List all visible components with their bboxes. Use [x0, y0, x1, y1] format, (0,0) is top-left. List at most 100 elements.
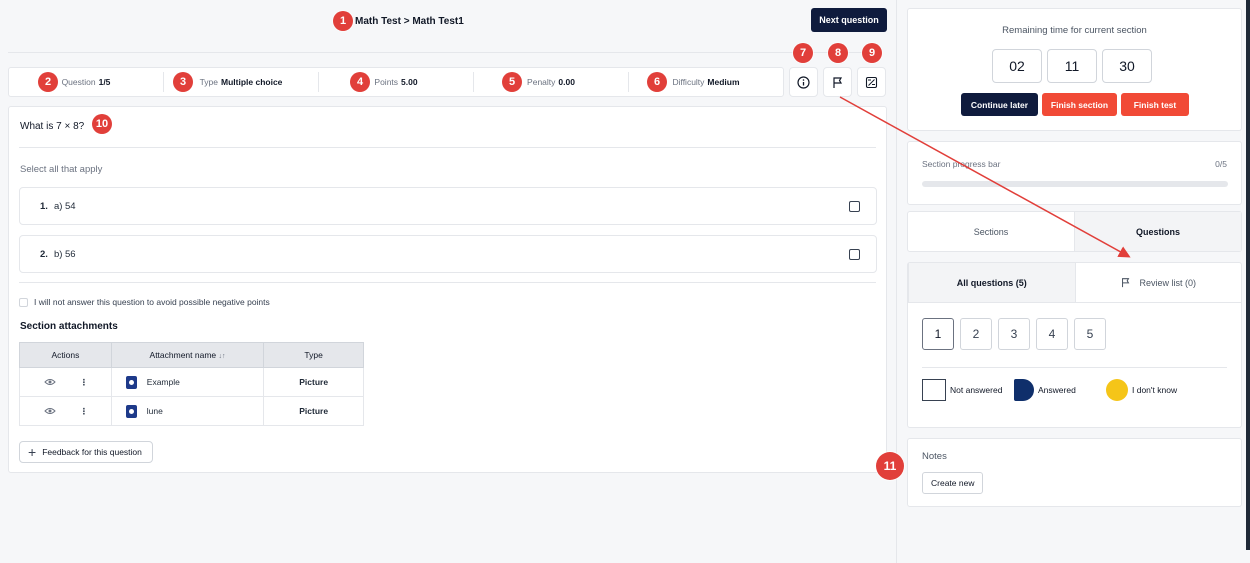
- info-button[interactable]: [789, 67, 818, 97]
- info-icon: [797, 75, 810, 89]
- annotation-badge: 4: [350, 72, 370, 92]
- sidebar: Remaining time for current section 02 11…: [896, 0, 1250, 563]
- attachment-name-cell: lune: [110, 396, 265, 426]
- tab-questions[interactable]: Questions: [1074, 212, 1241, 251]
- question-area: Math Test > Math Test1 Next question Que…: [0, 0, 896, 563]
- attachments-table: Actions Attachment name ↓↑ Type ⋮ Exampl…: [19, 342, 364, 426]
- divider: [19, 147, 876, 148]
- table-row: ⋮ Example Picture: [19, 367, 364, 397]
- info-penalty: Penalty 0.00: [474, 72, 629, 92]
- option-checkbox[interactable]: [849, 249, 860, 260]
- table-row: ⋮ lune Picture: [19, 396, 364, 426]
- tab-sections[interactable]: Sections: [908, 212, 1074, 251]
- timer-panel: Remaining time for current section 02 11…: [907, 8, 1242, 131]
- timer-hours: 02: [992, 49, 1042, 83]
- attachment-name-cell: Example: [110, 367, 265, 397]
- annotation-badge: 2: [38, 72, 58, 92]
- question-number-3[interactable]: 3: [998, 318, 1030, 350]
- continue-later-button[interactable]: Continue later: [961, 93, 1038, 116]
- legend-dont-know: I don't know: [1106, 379, 1177, 401]
- attachment-type: Picture: [263, 367, 364, 397]
- info-points: Points 5.00: [319, 72, 474, 92]
- progress-bar: [922, 181, 1228, 187]
- view-tabs: Sections Questions: [907, 211, 1242, 252]
- attachments-title: Section attachments: [20, 321, 118, 332]
- option-label: a) 54: [53, 200, 76, 212]
- eye-icon[interactable]: [43, 378, 56, 386]
- info-key: Difficulty: [672, 77, 705, 87]
- flag-icon: [1122, 278, 1130, 288]
- not-answered-swatch: [922, 379, 946, 401]
- annotation-badge: 10: [92, 114, 112, 134]
- more-options-icon[interactable]: ⋮: [80, 406, 88, 417]
- skip-label: I will not answer this question to avoid…: [34, 297, 270, 307]
- question-card: What is 7 × 8? Select all that apply 1. …: [8, 106, 887, 473]
- notes-panel: Notes Create new: [907, 438, 1242, 507]
- breadcrumb: Math Test > Math Test1: [355, 16, 464, 27]
- option-label: b) 56: [53, 248, 76, 260]
- scrollbar[interactable]: [1246, 0, 1250, 550]
- column-header-name[interactable]: Attachment name ↓↑: [110, 342, 265, 368]
- info-value: 0.00: [558, 77, 575, 87]
- timer-minutes: 11: [1047, 49, 1097, 83]
- row-actions: ⋮: [19, 396, 112, 426]
- tab-review-list[interactable]: Review list (0): [1076, 263, 1242, 302]
- annotation-badge: 6: [647, 72, 667, 92]
- notes-title: Notes: [922, 451, 947, 462]
- info-question: Question 1/5: [9, 72, 164, 92]
- create-note-button[interactable]: Create new: [922, 472, 984, 494]
- annotation-badge: 11: [876, 452, 904, 480]
- annotation-badge: 8: [828, 43, 848, 63]
- annotation-badge: 1: [333, 11, 353, 31]
- image-file-icon: [125, 375, 137, 389]
- legend-label: I don't know: [1132, 385, 1178, 395]
- tab-all-questions[interactable]: All questions (5): [908, 263, 1076, 302]
- answered-swatch: [1014, 379, 1034, 401]
- question-text: What is 7 × 8?: [20, 121, 85, 132]
- divider: [922, 367, 1227, 368]
- option-number: 2.: [40, 248, 48, 260]
- option-checkbox[interactable]: [849, 201, 860, 212]
- legend-label: Answered: [1038, 385, 1076, 395]
- info-key: Points: [374, 77, 399, 87]
- finish-section-button[interactable]: Finish section: [1042, 93, 1117, 116]
- next-question-button[interactable]: Next question: [811, 8, 887, 32]
- question-number-4[interactable]: 4: [1036, 318, 1068, 350]
- dont-know-swatch: [1106, 379, 1128, 401]
- info-value: Multiple choice: [221, 77, 283, 87]
- attachment-name[interactable]: Example: [147, 376, 180, 386]
- legend-label: Not answered: [950, 385, 1003, 395]
- skip-question-option[interactable]: I will not answer this question to avoid…: [19, 297, 270, 307]
- plus-icon: +: [28, 444, 37, 460]
- row-actions: ⋮: [19, 367, 112, 397]
- info-value: Medium: [707, 77, 740, 87]
- divider: [19, 282, 876, 283]
- image-file-icon: [125, 404, 137, 418]
- column-header-type: Type: [263, 342, 364, 368]
- timer-seconds: 30: [1102, 49, 1152, 83]
- answer-option-1[interactable]: 1. a) 54: [19, 187, 877, 225]
- annotation-badge: 3: [173, 72, 193, 92]
- legend-answered: Answered: [1014, 379, 1076, 401]
- calculator-button[interactable]: [857, 67, 886, 97]
- info-key: Type: [199, 77, 219, 87]
- info-value: 5.00: [401, 77, 418, 87]
- timer-title: Remaining time for current section: [1002, 25, 1147, 36]
- question-number-1[interactable]: 1: [922, 318, 954, 350]
- question-number-2[interactable]: 2: [960, 318, 992, 350]
- flag-button[interactable]: [823, 67, 852, 97]
- feedback-button[interactable]: + Feedback for this question: [19, 441, 153, 463]
- legend-not-answered: Not answered: [922, 379, 1002, 401]
- finish-test-button[interactable]: Finish test: [1121, 93, 1189, 116]
- attachment-name[interactable]: lune: [147, 405, 163, 415]
- more-options-icon[interactable]: ⋮: [80, 377, 88, 388]
- question-number-5[interactable]: 5: [1074, 318, 1106, 350]
- question-navigator: All questions (5) Review list (0) 1 2 3 …: [907, 262, 1242, 428]
- calculator-icon: [865, 76, 878, 88]
- eye-icon[interactable]: [43, 407, 56, 415]
- sort-icon[interactable]: ↓↑: [219, 353, 226, 360]
- feedback-label: Feedback for this question: [42, 447, 142, 457]
- annotation-badge: 5: [502, 72, 522, 92]
- answer-option-2[interactable]: 2. b) 56: [19, 235, 877, 273]
- skip-checkbox[interactable]: [19, 297, 28, 307]
